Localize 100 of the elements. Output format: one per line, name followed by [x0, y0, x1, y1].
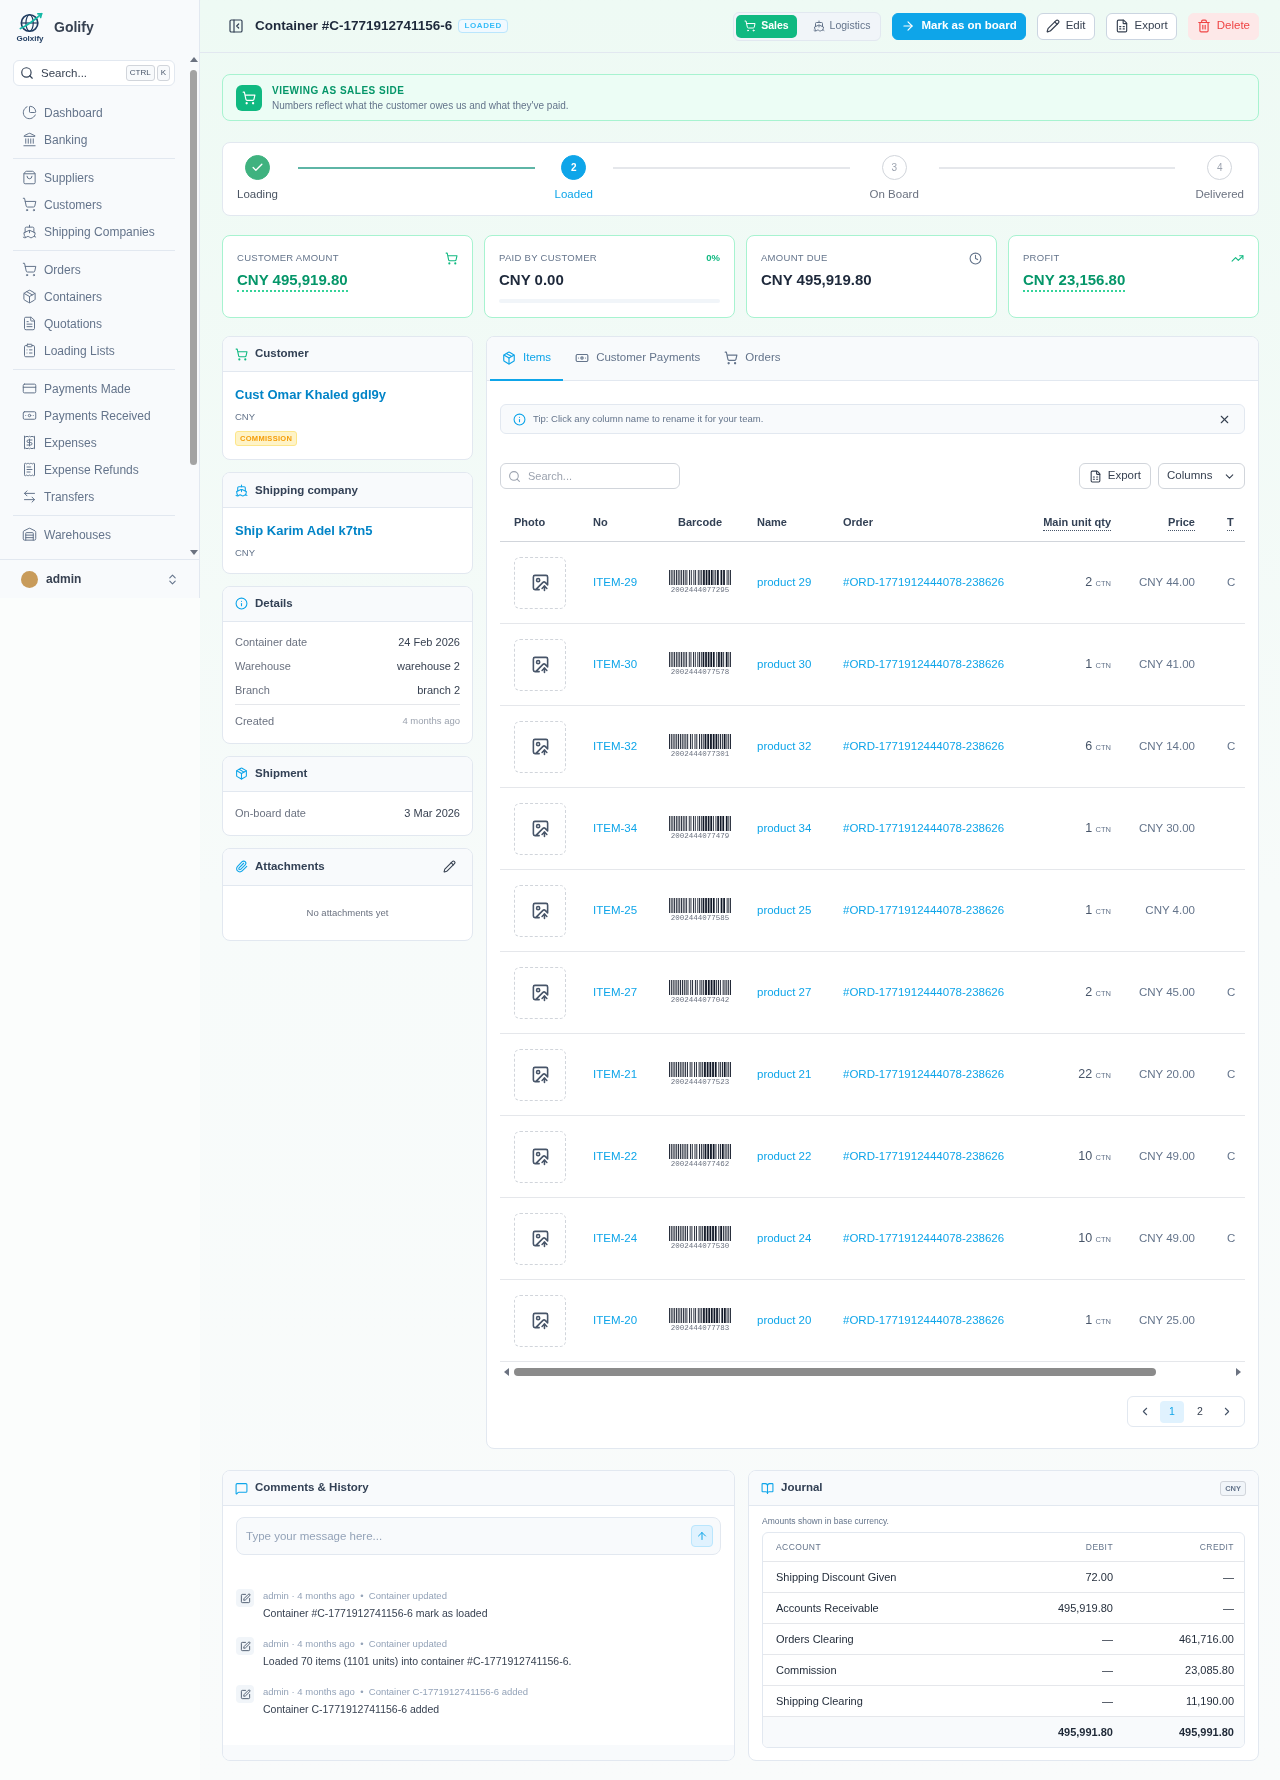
nav-item[interactable]: Payments Made [13, 375, 175, 402]
order-link[interactable]: #ORD-1771912444078-238626 [843, 1065, 1005, 1084]
nav-item[interactable]: Payments Received [13, 402, 175, 429]
scrollbar-thumb[interactable] [190, 70, 197, 465]
tab[interactable]: Orders [712, 337, 793, 381]
order-link[interactable]: #ORD-1771912444078-238626 [843, 1147, 1005, 1166]
view-switch-tab[interactable]: Logistics [804, 14, 879, 38]
scroll-left-icon[interactable] [504, 1368, 509, 1376]
nav-item[interactable]: Transfers [13, 483, 175, 510]
image-upload-icon [530, 737, 550, 756]
edit-icon[interactable] [443, 860, 456, 873]
message-input[interactable]: Type your message here... [236, 1517, 721, 1555]
tab[interactable]: Items [490, 337, 564, 381]
order-link[interactable]: #ORD-1771912444078-238626 [843, 655, 1005, 674]
order-link[interactable]: #ORD-1771912444078-238626 [843, 573, 1005, 592]
order-link[interactable]: #ORD-1771912444078-238626 [843, 819, 1005, 838]
order-link[interactable]: #ORD-1771912444078-238626 [843, 983, 1005, 1002]
item-number-link[interactable]: ITEM-24 [593, 1229, 638, 1248]
nav-item[interactable]: Containers [13, 283, 175, 310]
scrollbar-thumb[interactable] [514, 1368, 1156, 1376]
columns-dropdown[interactable]: Columns [1158, 463, 1245, 489]
column-header[interactable]: Photo [514, 515, 546, 530]
nav-item[interactable]: Shipping Companies [13, 218, 175, 245]
product-name-link[interactable]: product 21 [757, 1065, 812, 1084]
nav-item[interactable]: Banking [13, 126, 175, 153]
column-header[interactable]: Barcode [678, 515, 722, 530]
order-link[interactable]: #ORD-1771912444078-238626 [843, 737, 1005, 756]
cart-icon [235, 347, 248, 361]
tab[interactable]: Customer Payments [563, 337, 713, 381]
card-title: Details [255, 595, 293, 611]
item-number-link[interactable]: ITEM-21 [593, 1065, 638, 1084]
product-name-link[interactable]: product 27 [757, 983, 812, 1002]
stat-label: CUSTOMER AMOUNT [237, 250, 339, 265]
order-link[interactable]: #ORD-1771912444078-238626 [843, 1311, 1005, 1330]
credit-cell-text: 461,716.00 [1178, 1631, 1234, 1647]
column-header[interactable]: Name [757, 515, 787, 530]
action-button[interactable]: Edit [1036, 12, 1095, 40]
history-meta: admin · 4 months ago • Container C-1771912741156-6 added [263, 1685, 529, 1699]
view-switch-tab[interactable]: Sales [736, 14, 797, 38]
column-header[interactable]: No [593, 515, 608, 530]
page-button[interactable]: 2 [1188, 1400, 1212, 1423]
pie-chart-icon [22, 105, 37, 120]
barcode-drawing [669, 980, 731, 995]
detail-value: 3 Mar 2026 [404, 806, 460, 822]
nav-item[interactable]: Quotations [13, 310, 175, 337]
nav-item[interactable]: Suppliers [13, 164, 175, 191]
product-name-link[interactable]: product 29 [757, 573, 812, 592]
collapse-sidebar-icon[interactable] [228, 18, 244, 34]
stat-value: CNY 0.00 [499, 270, 564, 290]
product-name-link[interactable]: product 22 [757, 1147, 812, 1166]
step-label: Loaded [554, 187, 593, 201]
product-name-link[interactable]: product 25 [757, 901, 812, 920]
detail-label: Container date [235, 635, 308, 651]
image-upload-icon [530, 983, 550, 1002]
product-name-link[interactable]: product 30 [757, 655, 812, 674]
nav-item[interactable]: Expenses [13, 429, 175, 456]
chevrons-up-down-icon[interactable] [166, 572, 179, 586]
product-name-link[interactable]: product 34 [757, 819, 812, 838]
page-button[interactable]: 1 [1160, 1400, 1184, 1423]
export-button[interactable]: Export [1078, 463, 1151, 489]
action-button[interactable]: Mark as on board [892, 12, 1026, 40]
image-upload-icon [530, 1147, 550, 1166]
nav-item[interactable]: Warehouses [13, 521, 175, 548]
item-number-link[interactable]: ITEM-34 [593, 819, 638, 838]
item-number-link[interactable]: ITEM-32 [593, 737, 638, 756]
item-number-link[interactable]: ITEM-27 [593, 983, 638, 1002]
item-number-link[interactable]: ITEM-29 [593, 573, 638, 592]
scroll-right-icon[interactable] [1236, 1368, 1241, 1376]
customer-link[interactable]: Cust Omar Khaled gdl9y [235, 386, 386, 404]
action-button[interactable]: Delete [1187, 12, 1259, 40]
scroll-down-icon[interactable] [189, 550, 198, 555]
column-header[interactable]: Order [843, 515, 873, 530]
stat-label: AMOUNT DUE [761, 250, 828, 265]
column-header[interactable]: Price [1168, 514, 1195, 531]
pencil-icon [1045, 19, 1060, 33]
package-icon [502, 351, 516, 365]
nav-item[interactable]: Dashboard [13, 99, 175, 126]
order-link[interactable]: #ORD-1771912444078-238626 [843, 1229, 1005, 1248]
search-field[interactable]: Search... [500, 463, 680, 489]
product-name-link[interactable]: product 32 [757, 737, 812, 756]
column-header[interactable]: Main unit qty [1043, 514, 1111, 531]
nav-item[interactable]: Customers [13, 191, 175, 218]
item-number-link[interactable]: ITEM-30 [593, 655, 638, 674]
nav-item[interactable]: Loading Lists [13, 337, 175, 364]
item-number-link[interactable]: ITEM-25 [593, 901, 638, 920]
scroll-up-icon[interactable] [189, 57, 198, 62]
column-header[interactable]: T [1227, 514, 1234, 531]
nav-item[interactable]: Orders [13, 256, 175, 283]
item-number-link[interactable]: ITEM-22 [593, 1147, 638, 1166]
order-link[interactable]: #ORD-1771912444078-238626 [843, 901, 1005, 920]
user-name[interactable]: admin [46, 570, 82, 588]
product-name-link[interactable]: product 20 [757, 1311, 812, 1330]
action-button[interactable]: Export [1105, 12, 1177, 40]
shipping-company-link[interactable]: Ship Karim Adel k7tn5 [235, 522, 373, 541]
table-cell-text: C [1227, 574, 1236, 590]
product-name-link[interactable]: product 24 [757, 1229, 812, 1248]
item-number-link[interactable]: ITEM-20 [593, 1311, 638, 1330]
brand-name: Golify [54, 17, 94, 37]
barcode-drawing [669, 1062, 731, 1077]
nav-item[interactable]: Expense Refunds [13, 456, 175, 483]
